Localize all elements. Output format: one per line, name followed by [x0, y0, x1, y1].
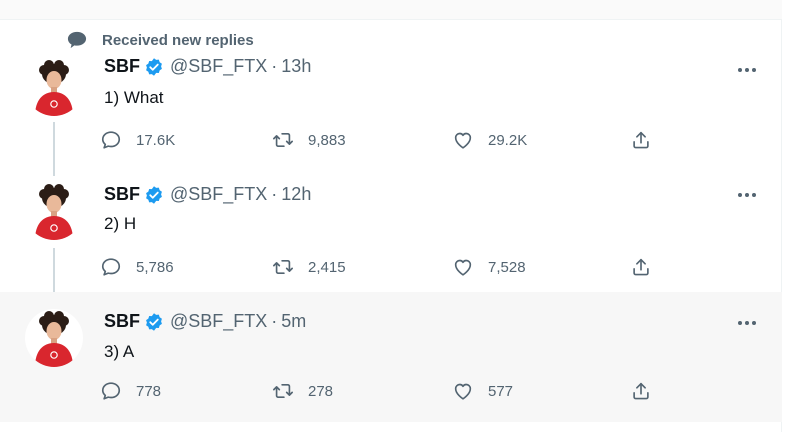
- timeline-frame: Received new replies SBF @SBF_FTX · 13h …: [0, 0, 782, 432]
- share-button[interactable]: [630, 128, 652, 152]
- reply-icon: [100, 256, 122, 278]
- handle[interactable]: @SBF_FTX: [170, 56, 267, 77]
- retweet-icon: [272, 380, 294, 402]
- tweet[interactable]: SBF @SBF_FTX · 13h 1) What 17.6K 9,883 2…: [0, 48, 782, 168]
- more-options-button[interactable]: [735, 186, 759, 204]
- social-context-label: Received new replies: [102, 31, 254, 49]
- avatar-image: [25, 309, 83, 367]
- verified-badge-icon: [144, 312, 164, 332]
- tweet-actions: 778 278 577: [100, 379, 660, 403]
- avatar-image: [25, 58, 83, 116]
- tweet-actions: 5,786 2,415 7,528: [100, 255, 660, 279]
- tweet[interactable]: SBF @SBF_FTX · 5m 3) A 778 278 577: [0, 292, 782, 422]
- verified-badge-icon: [144, 185, 164, 205]
- tweet-text: 1) What: [104, 88, 164, 107]
- avatar[interactable]: [25, 309, 83, 367]
- like-button[interactable]: 7,528: [452, 255, 526, 279]
- timestamp[interactable]: 5m: [281, 311, 306, 332]
- more-icon: [735, 318, 759, 328]
- timestamp[interactable]: 12h: [281, 184, 311, 205]
- avatar[interactable]: [25, 182, 83, 240]
- reply-count: 5,786: [136, 258, 174, 276]
- reply-count: 778: [136, 382, 162, 400]
- like-count: 577: [488, 382, 514, 400]
- separator-dot: ·: [271, 184, 278, 204]
- share-icon: [630, 256, 652, 278]
- more-options-button[interactable]: [735, 61, 759, 79]
- handle[interactable]: @SBF_FTX: [170, 184, 267, 205]
- retweet-button[interactable]: 278: [272, 379, 333, 403]
- social-context[interactable]: Received new replies: [66, 30, 254, 50]
- speech-bubble-icon: [67, 31, 87, 49]
- tweet-text: 2) H: [104, 214, 137, 233]
- share-icon: [630, 380, 652, 402]
- display-name[interactable]: SBF: [104, 56, 140, 77]
- tweet-actions: 17.6K 9,883 29.2K: [100, 128, 660, 152]
- reply-count: 17.6K: [136, 131, 176, 149]
- heart-icon: [452, 380, 474, 402]
- handle[interactable]: @SBF_FTX: [170, 311, 267, 332]
- avatar-image: [25, 182, 83, 240]
- heart-icon: [452, 129, 474, 151]
- verified-badge-icon: [144, 57, 164, 77]
- tweet-text: 3) A: [104, 342, 135, 361]
- like-button[interactable]: 29.2K: [452, 128, 527, 152]
- share-icon: [630, 129, 652, 151]
- timestamp[interactable]: 13h: [281, 56, 311, 77]
- retweet-icon: [272, 129, 294, 151]
- tweet-header: SBF @SBF_FTX · 5m: [104, 311, 306, 332]
- separator-dot: ·: [271, 56, 278, 76]
- like-count: 29.2K: [488, 131, 528, 149]
- reply-button[interactable]: 17.6K: [100, 128, 175, 152]
- more-icon: [735, 190, 759, 200]
- top-divider: [0, 0, 782, 20]
- retweet-count: 2,415: [308, 258, 346, 276]
- tweet[interactable]: SBF @SBF_FTX · 12h 2) H 5,786 2,415 7,52…: [0, 174, 782, 292]
- like-count: 7,528: [488, 258, 526, 276]
- display-name[interactable]: SBF: [104, 184, 140, 205]
- retweet-button[interactable]: 9,883: [272, 128, 346, 152]
- like-button[interactable]: 577: [452, 379, 513, 403]
- retweet-icon: [272, 256, 294, 278]
- avatar[interactable]: [25, 58, 83, 116]
- tweet-header: SBF @SBF_FTX · 13h: [104, 56, 311, 77]
- separator-dot: ·: [271, 311, 278, 331]
- reply-icon: [100, 129, 122, 151]
- retweet-count: 278: [308, 382, 334, 400]
- retweet-count: 9,883: [308, 131, 346, 149]
- reply-icon: [100, 380, 122, 402]
- heart-icon: [452, 256, 474, 278]
- retweet-button[interactable]: 2,415: [272, 255, 346, 279]
- share-button[interactable]: [630, 379, 652, 403]
- tweet-header: SBF @SBF_FTX · 12h: [104, 184, 311, 205]
- share-button[interactable]: [630, 255, 652, 279]
- more-icon: [735, 65, 759, 75]
- reply-button[interactable]: 778: [100, 379, 161, 403]
- more-options-button[interactable]: [735, 314, 759, 332]
- display-name[interactable]: SBF: [104, 311, 140, 332]
- reply-button[interactable]: 5,786: [100, 255, 174, 279]
